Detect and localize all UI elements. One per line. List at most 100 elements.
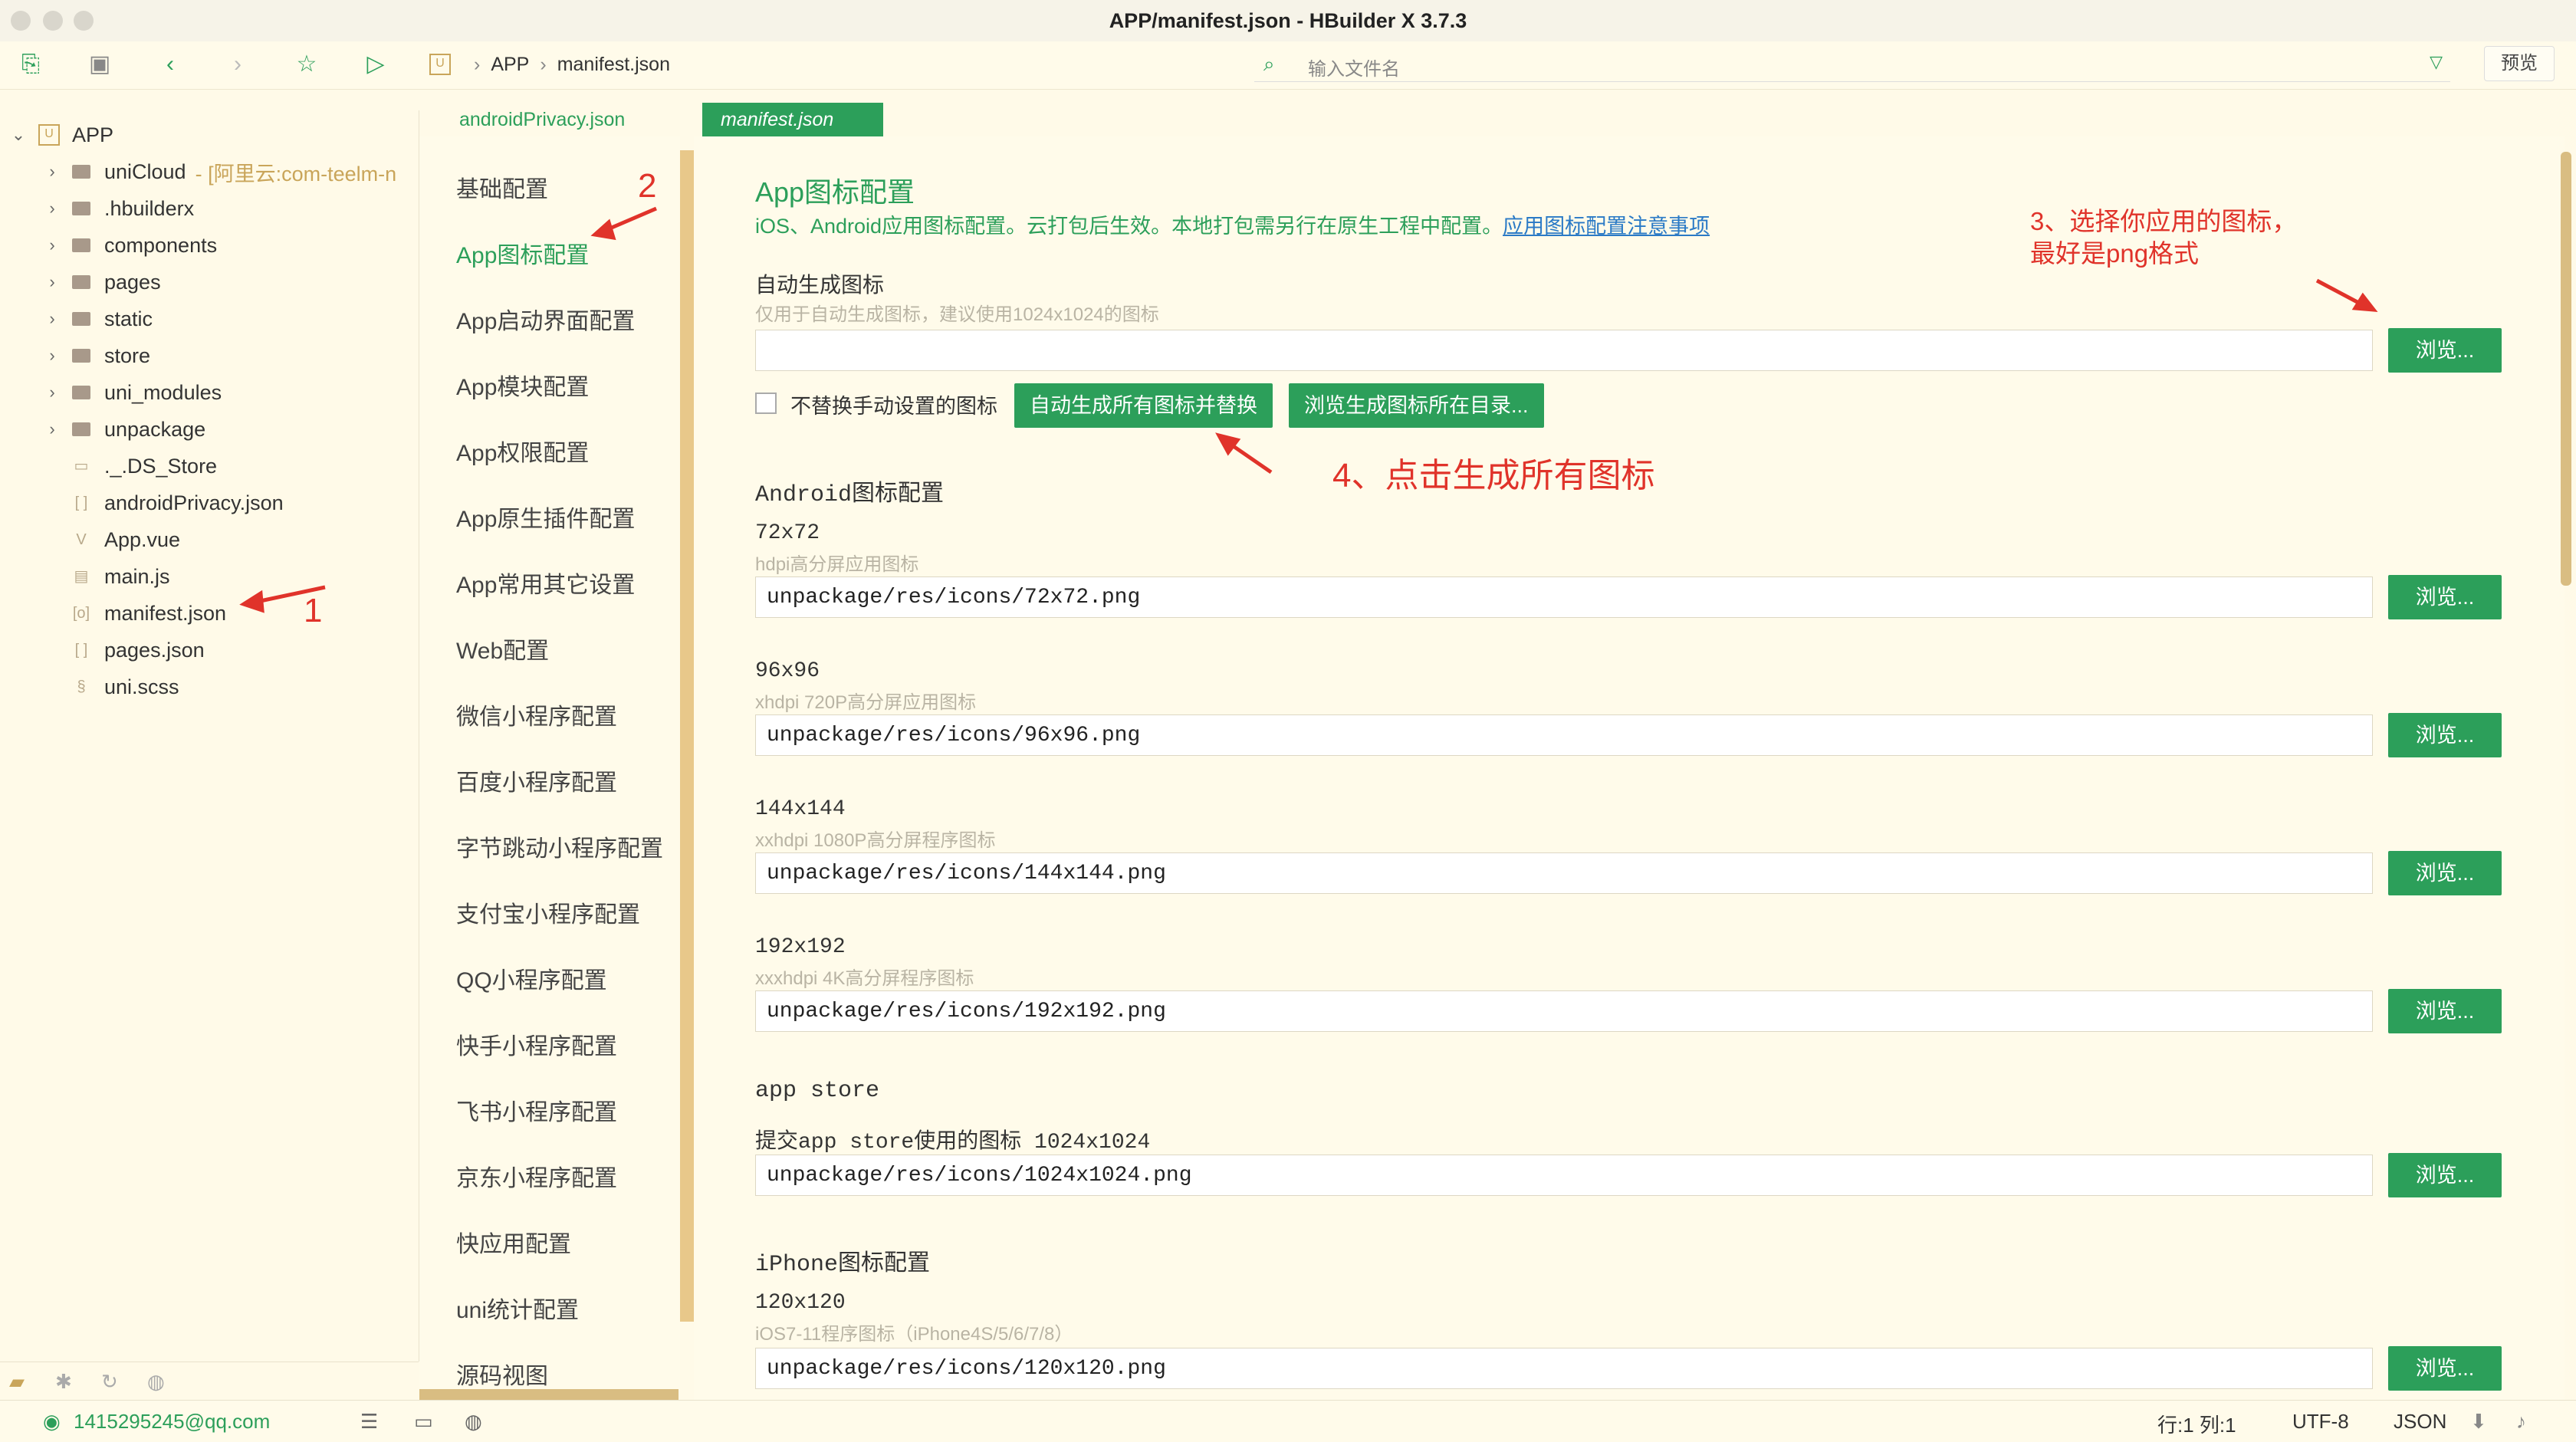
search-icon: ⌕ (1263, 52, 1275, 75)
tree-item-ds-store[interactable]: ▭ ._.DS_Store (72, 449, 419, 483)
tree-item-uni-scss[interactable]: § uni.scss (72, 670, 419, 704)
title-bar: APP/manifest.json - HBuilder X 3.7.3 (0, 0, 2576, 41)
android-144-input[interactable]: unpackage/res/icons/144x144.png (755, 852, 2373, 894)
nav-item-weixin[interactable]: 微信小程序配置 (456, 698, 617, 731)
tree-item-uni-modules[interactable]: › uni_modules (44, 376, 419, 409)
nav-item-alipay[interactable]: 支付宝小程序配置 (456, 895, 640, 929)
tree-item-androidprivacy[interactable]: [ ] androidPrivacy.json (72, 486, 419, 520)
generate-icons-button[interactable]: 自动生成所有图标并替换 (1014, 383, 1273, 428)
nav-item-toutiao[interactable]: 字节跳动小程序配置 (456, 829, 663, 863)
auto-icon-browse-button[interactable]: 浏览... (2388, 328, 2502, 373)
back-icon[interactable]: ‹ (155, 49, 186, 80)
chevron-right-icon: › (49, 162, 55, 181)
debug-icon[interactable]: ✱ (55, 1370, 72, 1394)
new-file-icon[interactable]: ⎘ (15, 49, 46, 80)
nav-item-app-other[interactable]: App常用其它设置 (456, 566, 635, 599)
search-placeholder: 输入文件名 (1308, 59, 1400, 80)
nav-scrollbar[interactable] (680, 150, 694, 1322)
refresh-icon[interactable]: ↻ (101, 1370, 118, 1394)
nav-item-source-view[interactable]: 源码视图 (456, 1357, 548, 1391)
tree-item-manifest[interactable]: [o] manifest.json (72, 596, 419, 630)
breadcrumb-project[interactable]: APP (491, 54, 529, 76)
nav-item-jd[interactable]: 京东小程序配置 (456, 1159, 617, 1193)
terminal-icon[interactable]: ▭ (414, 1410, 433, 1434)
nav-item-lark[interactable]: 飞书小程序配置 (456, 1093, 617, 1127)
globe-icon[interactable]: ◍ (147, 1370, 165, 1394)
tab-androidprivacy[interactable]: androidPrivacy.json (441, 103, 643, 136)
tree-item-app-vue[interactable]: V App.vue (72, 523, 419, 557)
tree-item-pages-json[interactable]: [ ] pages.json (72, 633, 419, 667)
content-scrollbar[interactable] (2561, 152, 2571, 586)
nav-item-app-icon[interactable]: App图标配置 (456, 236, 589, 270)
chevron-right-icon: › (49, 346, 55, 365)
tab-manifest[interactable]: manifest.json (702, 103, 883, 136)
appstore-input[interactable]: unpackage/res/icons/1024x1024.png (755, 1155, 2373, 1196)
android-192-input[interactable]: unpackage/res/icons/192x192.png (755, 990, 2373, 1032)
star-icon[interactable]: ☆ (291, 49, 322, 80)
icon-notes-link[interactable]: 应用图标配置注意事项 (1503, 215, 1710, 238)
android-72-input[interactable]: unpackage/res/icons/72x72.png (755, 576, 2373, 618)
forward-icon[interactable]: › (222, 49, 253, 80)
breadcrumb-file[interactable]: manifest.json (557, 54, 670, 76)
file-search-input[interactable]: ⌕ 输入文件名 ▽ (1254, 46, 2450, 82)
browse-generated-dir-button[interactable]: 浏览生成图标所在目录... (1289, 383, 1544, 428)
nav-item-app-modules[interactable]: App模块配置 (456, 368, 589, 402)
tree-item-label: ._.DS_Store (104, 454, 218, 478)
appstore-label: 提交app store使用的图标 1024x1024 (755, 1131, 1151, 1155)
preview-button[interactable]: 预览 (2484, 46, 2555, 81)
download-icon[interactable]: ⬇ (2470, 1410, 2487, 1434)
tree-item-components[interactable]: › components (44, 228, 419, 262)
run-icon[interactable]: ▷ (360, 49, 391, 80)
tree-item-static[interactable]: › static (44, 302, 419, 336)
cursor-position[interactable]: 行:1 列:1 (2157, 1410, 2236, 1438)
nav-item-quickapp[interactable]: 快应用配置 (456, 1225, 571, 1259)
tree-item-label: uni.scss (104, 675, 179, 698)
outline-icon[interactable]: ☰ (360, 1410, 378, 1434)
json-file-icon: [ ] (74, 494, 88, 511)
nav-item-basic[interactable]: 基础配置 (456, 170, 548, 204)
project-manager-icon[interactable]: ▰ (9, 1370, 25, 1394)
android-192-browse-button[interactable]: 浏览... (2388, 989, 2502, 1033)
tree-item-label: App.vue (104, 527, 181, 551)
tree-item-main-js[interactable]: ▤ main.js (72, 560, 419, 593)
auto-icon-label: 自动生成图标 (755, 275, 885, 299)
android-72-browse-button[interactable]: 浏览... (2388, 575, 2502, 619)
project-icon: U (429, 54, 451, 75)
globe-icon[interactable]: ◍ (465, 1410, 482, 1434)
android-96-browse-button[interactable]: 浏览... (2388, 713, 2502, 757)
android-192-label: 192x192 (755, 935, 846, 959)
tree-item-label: pages.json (104, 638, 205, 662)
iphone-120-input[interactable]: unpackage/res/icons/120x120.png (755, 1348, 2373, 1389)
nav-item-app-splash[interactable]: App启动界面配置 (456, 302, 635, 336)
auto-icon-input[interactable] (755, 330, 2373, 371)
android-144-browse-button[interactable]: 浏览... (2388, 851, 2502, 895)
notification-bell-icon[interactable]: ♪ (2516, 1410, 2526, 1434)
nav-item-app-permissions[interactable]: App权限配置 (456, 434, 589, 468)
iphone-120-browse-button[interactable]: 浏览... (2388, 1346, 2502, 1391)
no-replace-checkbox[interactable] (755, 393, 777, 414)
tree-item-unicloud[interactable]: › uniCloud - [阿里云:com-teelm-n (44, 155, 419, 189)
tree-item-unpackage[interactable]: › unpackage (44, 412, 419, 446)
save-icon[interactable]: ▣ (84, 49, 115, 80)
nav-item-app-native-plugins[interactable]: App原生插件配置 (456, 500, 635, 534)
appstore-browse-button[interactable]: 浏览... (2388, 1153, 2502, 1197)
nav-horizontal-scrollbar[interactable] (419, 1389, 678, 1400)
tree-item-pages[interactable]: › pages (44, 265, 419, 299)
chevron-right-icon: › (49, 383, 55, 402)
tree-item-store[interactable]: › store (44, 339, 419, 373)
android-96-input[interactable]: unpackage/res/icons/96x96.png (755, 714, 2373, 756)
cloud-provider-label: - [阿里云:com-teelm-n (195, 162, 397, 186)
nav-item-baidu[interactable]: 百度小程序配置 (456, 764, 617, 797)
nav-item-qq[interactable]: QQ小程序配置 (456, 961, 607, 995)
file-encoding[interactable]: UTF-8 (2292, 1410, 2349, 1434)
user-account[interactable]: 1415295245@qq.com (74, 1410, 270, 1434)
language-mode[interactable]: JSON (2394, 1410, 2446, 1434)
breadcrumb-separator-icon: › (474, 53, 481, 75)
nav-item-uni-stat[interactable]: uni统计配置 (456, 1291, 579, 1325)
tree-root[interactable]: ⌄ U APP (11, 118, 419, 152)
config-nav: 基础配置 App图标配置 App启动界面配置 App模块配置 App权限配置 A… (419, 136, 680, 1400)
nav-item-kuaishou[interactable]: 快手小程序配置 (456, 1027, 617, 1061)
tree-item-hbuilderx[interactable]: › .hbuilderx (44, 192, 419, 225)
nav-item-web[interactable]: Web配置 (456, 632, 549, 665)
filter-icon[interactable]: ▽ (2430, 52, 2443, 72)
